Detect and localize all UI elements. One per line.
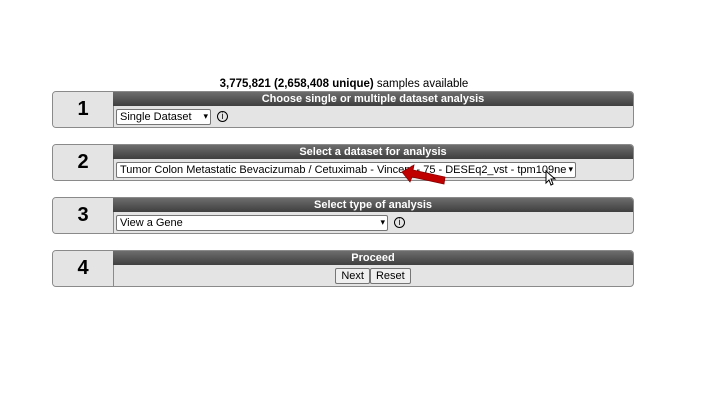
- step-1-number: 1: [53, 92, 114, 127]
- info-icon[interactable]: i: [217, 111, 228, 122]
- analysis-mode-value: Single Dataset: [120, 110, 192, 123]
- step-1-panel: 1 Choose single or multiple dataset anal…: [52, 91, 634, 128]
- analysis-mode-select[interactable]: Single Dataset ▾: [116, 108, 211, 125]
- samples-count: 3,775,821 (2,658,408 unique): [219, 78, 374, 90]
- next-button[interactable]: Next: [335, 267, 370, 284]
- step-2-header: Select a dataset for analysis: [113, 145, 633, 159]
- step-4-header: Proceed: [113, 251, 633, 265]
- step-3-panel: 3 Select type of analysis View a Gene ▾ …: [52, 197, 634, 234]
- reset-button[interactable]: Reset: [369, 267, 411, 284]
- analysis-type-select[interactable]: View a Gene ▾: [116, 214, 388, 231]
- step-3-number: 3: [53, 198, 114, 233]
- samples-available-text: 3,775,821 (2,658,408 unique) samples ava…: [0, 77, 688, 91]
- red-arrow-annotation: [401, 164, 446, 185]
- step-4-body: Next Reset: [113, 265, 633, 286]
- info-icon[interactable]: i: [394, 217, 405, 228]
- samples-suffix: samples available: [373, 78, 469, 90]
- step-4-number: 4: [53, 251, 114, 286]
- chevron-down-icon: ▾: [568, 164, 573, 174]
- mouse-cursor-icon: [545, 170, 557, 186]
- step-4-panel: 4 Proceed Next Reset: [52, 250, 634, 287]
- chevron-down-icon: ▾: [380, 217, 385, 227]
- step-1-header: Choose single or multiple dataset analys…: [113, 92, 633, 106]
- step-2-number: 2: [53, 145, 114, 180]
- step-1-body: Single Dataset ▾ i: [113, 106, 633, 127]
- step-3-header: Select type of analysis: [113, 198, 633, 212]
- step-3-body: View a Gene ▾ i: [113, 212, 633, 233]
- dataset-select[interactable]: Tumor Colon Metastatic Bevacizumab / Cet…: [116, 161, 576, 178]
- analysis-type-value: View a Gene: [120, 216, 183, 229]
- dataset-value: Tumor Colon Metastatic Bevacizumab / Cet…: [120, 163, 567, 176]
- chevron-down-icon: ▾: [203, 111, 208, 121]
